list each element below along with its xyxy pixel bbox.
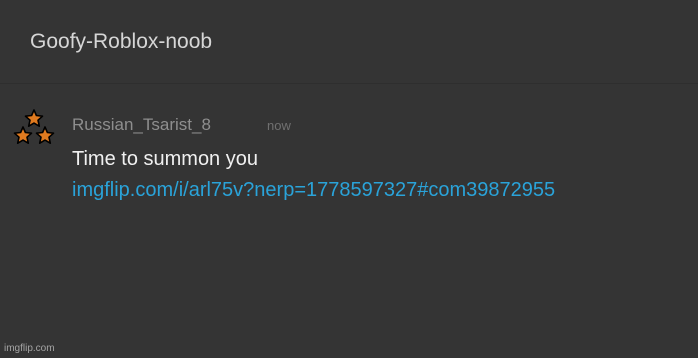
star-icon bbox=[13, 126, 33, 145]
header-divider bbox=[0, 83, 698, 84]
page-title: Goofy-Roblox-noob bbox=[30, 30, 213, 53]
watermark: imgflip.com bbox=[4, 343, 55, 354]
star-icon bbox=[24, 109, 44, 128]
comment-timestamp: now bbox=[267, 118, 291, 133]
star-icon bbox=[35, 126, 55, 145]
three-stars-icon[interactable] bbox=[12, 109, 56, 149]
comment-username[interactable]: Russian_Tsarist_8 bbox=[72, 114, 211, 136]
comment-link[interactable]: imgflip.com/i/arl75v?nerp=1778597327#com… bbox=[72, 177, 555, 203]
comment-text: Time to summon you bbox=[72, 148, 258, 170]
